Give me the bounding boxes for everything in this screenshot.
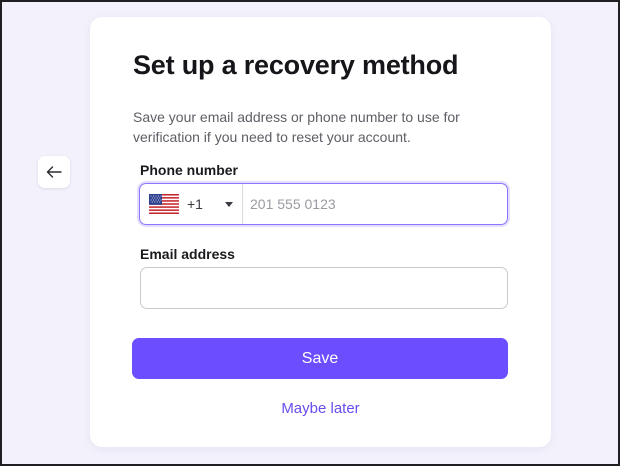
save-button[interactable]: Save: [132, 338, 508, 379]
page-description: Save your email address or phone number …: [133, 109, 460, 145]
us-flag-icon: [149, 194, 179, 214]
page-title: Set up a recovery method: [133, 50, 459, 80]
email-address-label: Email address: [140, 246, 235, 262]
phone-number-field: +1: [139, 183, 508, 225]
back-button[interactable]: [38, 156, 70, 188]
country-dial-code: +1: [187, 196, 203, 212]
email-address-input[interactable]: [140, 267, 508, 309]
chevron-down-icon: [225, 201, 233, 207]
country-code-select[interactable]: +1: [140, 184, 243, 224]
phone-number-input[interactable]: [243, 184, 507, 224]
recovery-card: Set up a recovery method Save your email…: [90, 17, 551, 447]
arrow-left-icon: [46, 166, 62, 178]
phone-number-label: Phone number: [140, 162, 239, 178]
maybe-later-link[interactable]: Maybe later: [90, 400, 551, 417]
